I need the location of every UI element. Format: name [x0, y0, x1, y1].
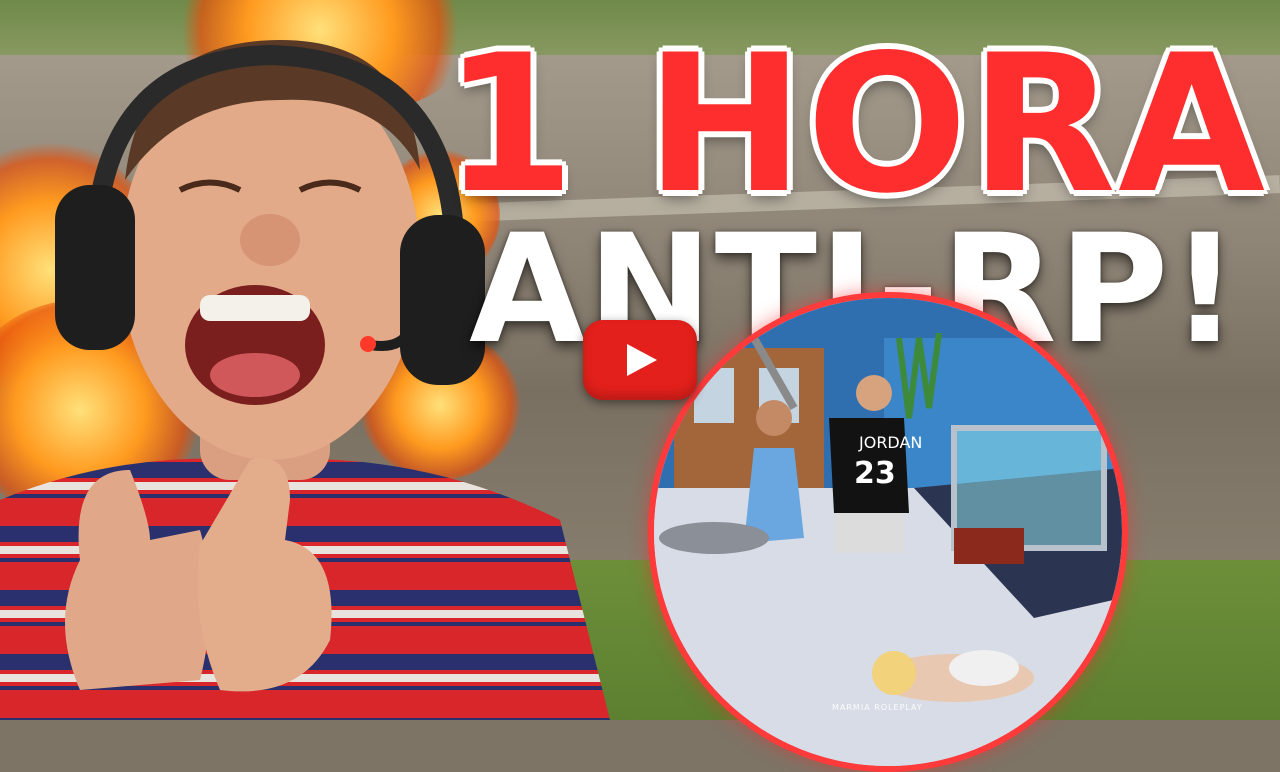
svg-text:23: 23 [854, 456, 896, 491]
knocked-out-player [659, 522, 769, 554]
svg-text:JORDAN: JORDAN [858, 433, 922, 452]
youtube-play-button[interactable] [583, 320, 697, 400]
game-watermark: MARMIA ROLEPLAY [832, 703, 923, 712]
headline-line1: 1 HORA [442, 14, 1268, 235]
headset-left-cup [55, 185, 135, 350]
toolbox [954, 528, 1024, 564]
game-scene: JORDAN 23 [654, 298, 1122, 766]
play-icon [627, 344, 657, 376]
game-scene-inset: JORDAN 23 MARMIA ROLEPLAY [648, 292, 1128, 772]
headset-mic-light [360, 336, 376, 352]
